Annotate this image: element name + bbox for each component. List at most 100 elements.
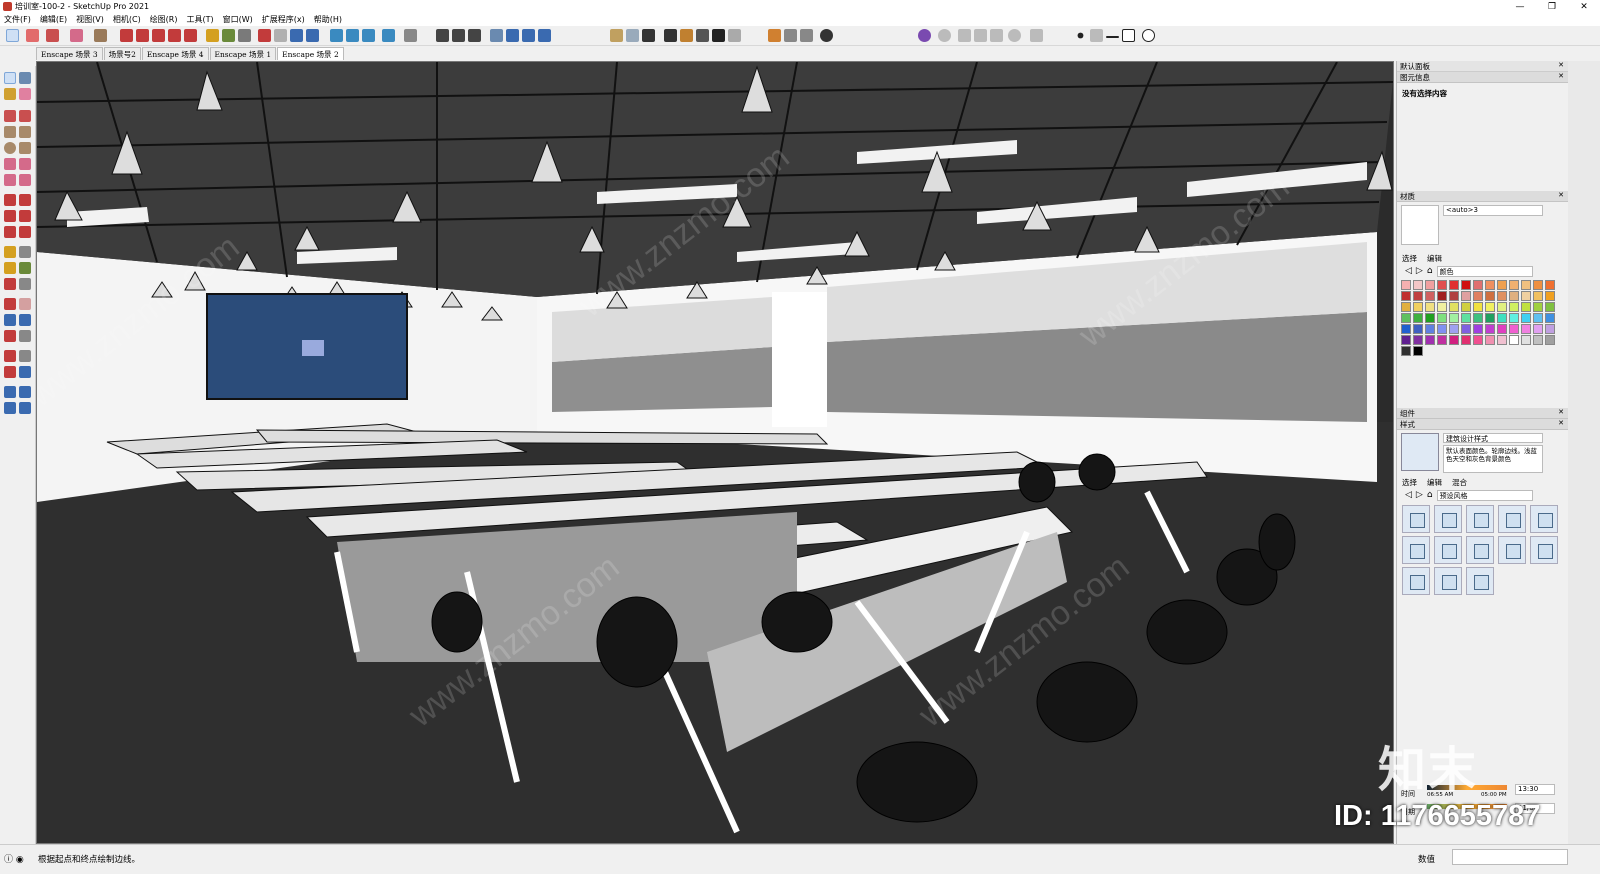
components-close-icon[interactable]: ✕ bbox=[1558, 408, 1564, 416]
color-swatch[interactable] bbox=[1401, 302, 1411, 312]
menu-edit[interactable]: 编辑(E) bbox=[40, 14, 67, 25]
sandbox-icon[interactable] bbox=[4, 386, 16, 398]
color-swatch[interactable] bbox=[1437, 280, 1447, 290]
color-swatch[interactable] bbox=[1425, 280, 1435, 290]
menu-view[interactable]: 视图(V) bbox=[76, 14, 104, 25]
color-swatch[interactable] bbox=[1461, 291, 1471, 301]
enscape-settings-icon[interactable] bbox=[696, 29, 709, 42]
color-swatch[interactable] bbox=[1413, 280, 1423, 290]
color-swatch[interactable] bbox=[1437, 302, 1447, 312]
color-swatch[interactable] bbox=[1485, 324, 1495, 334]
offset-icon[interactable] bbox=[19, 226, 31, 238]
color-swatch[interactable] bbox=[1545, 313, 1555, 323]
freehand-icon[interactable] bbox=[19, 110, 31, 122]
plugin-record-icon[interactable] bbox=[938, 29, 951, 42]
scene-tab-4[interactable]: Enscape 场景 1 bbox=[209, 47, 277, 60]
enscape-assets-icon[interactable] bbox=[680, 29, 693, 42]
arc-tool-icon[interactable] bbox=[70, 29, 83, 42]
wireframe-icon[interactable] bbox=[506, 29, 519, 42]
entity-info-header[interactable]: 图元信息 ✕ bbox=[1397, 72, 1568, 83]
color-swatch[interactable] bbox=[1497, 335, 1507, 345]
color-swatch[interactable] bbox=[1413, 324, 1423, 334]
color-swatch[interactable] bbox=[1425, 335, 1435, 345]
enscape-video-icon[interactable] bbox=[784, 29, 797, 42]
color-swatch[interactable] bbox=[1497, 291, 1507, 301]
color-swatch[interactable] bbox=[1485, 291, 1495, 301]
sandbox-drape-icon[interactable] bbox=[19, 402, 31, 414]
materials-tab-select[interactable]: 选择 bbox=[1402, 253, 1417, 264]
enscape-account-icon[interactable] bbox=[820, 29, 833, 42]
scene-tab-2[interactable]: 场景号2 bbox=[103, 47, 141, 60]
color-swatch[interactable] bbox=[1461, 335, 1471, 345]
minimize-button[interactable]: — bbox=[1504, 0, 1536, 13]
plugin-launch-icon[interactable] bbox=[918, 29, 931, 42]
color-swatch[interactable] bbox=[1545, 335, 1555, 345]
color-swatch[interactable] bbox=[1425, 324, 1435, 334]
styles-back-icon[interactable]: ◁ bbox=[1405, 490, 1412, 500]
enscape-render-icon[interactable] bbox=[642, 29, 655, 42]
extension-manager-icon[interactable] bbox=[382, 29, 395, 42]
style-library-select[interactable]: 预设风格 bbox=[1436, 489, 1533, 501]
color-swatch[interactable] bbox=[1449, 335, 1459, 345]
color-swatch[interactable] bbox=[1461, 302, 1471, 312]
color-swatch[interactable] bbox=[1509, 313, 1519, 323]
dimension-tool-icon[interactable] bbox=[238, 29, 251, 42]
cone-tool-icon[interactable] bbox=[1090, 29, 1103, 42]
color-swatch[interactable] bbox=[1461, 280, 1471, 290]
view-front-icon[interactable] bbox=[468, 29, 481, 42]
style-name-field[interactable]: 建筑设计样式 bbox=[1443, 433, 1543, 443]
color-swatch[interactable] bbox=[1533, 302, 1543, 312]
square-tool-icon[interactable] bbox=[1122, 29, 1135, 42]
rectangle-tool-icon[interactable] bbox=[94, 29, 107, 42]
tray-close-icon[interactable]: ✕ bbox=[1558, 61, 1564, 69]
forward-arrow-icon[interactable]: ▷ bbox=[1416, 266, 1423, 276]
color-swatch[interactable] bbox=[1425, 302, 1435, 312]
zoom-extents-icon[interactable] bbox=[306, 29, 319, 42]
zoom-tool-icon[interactable] bbox=[290, 29, 303, 42]
eraser-tool-icon[interactable] bbox=[26, 29, 39, 42]
layout-icon[interactable] bbox=[362, 29, 375, 42]
color-swatch[interactable] bbox=[1461, 313, 1471, 323]
style-thumb[interactable] bbox=[1434, 567, 1462, 595]
3d-text-icon[interactable] bbox=[19, 278, 31, 290]
textured-icon[interactable] bbox=[538, 29, 551, 42]
select-tool-icon[interactable] bbox=[6, 29, 19, 42]
section-plane-icon[interactable] bbox=[19, 366, 31, 378]
color-swatch[interactable] bbox=[1401, 324, 1411, 334]
rotate-icon[interactable] bbox=[4, 210, 16, 222]
styles-close-icon[interactable]: ✕ bbox=[1558, 419, 1564, 427]
style-thumb[interactable] bbox=[1402, 567, 1430, 595]
color-swatch[interactable] bbox=[1533, 313, 1543, 323]
color-swatch[interactable] bbox=[1497, 280, 1507, 290]
color-swatch[interactable] bbox=[1521, 324, 1531, 334]
material-name-field[interactable]: <auto>3 bbox=[1443, 205, 1543, 216]
color-swatch[interactable] bbox=[1497, 324, 1507, 334]
color-swatch[interactable] bbox=[1473, 280, 1483, 290]
color-swatch[interactable] bbox=[1473, 335, 1483, 345]
menu-help[interactable]: 帮助(H) bbox=[314, 14, 342, 25]
color-swatch[interactable] bbox=[1437, 335, 1447, 345]
color-swatch[interactable] bbox=[1497, 302, 1507, 312]
rotate-tool-icon[interactable] bbox=[152, 29, 165, 42]
color-swatch[interactable] bbox=[1401, 346, 1411, 356]
paint-bucket-icon[interactable] bbox=[4, 88, 16, 100]
enscape-sync-icon[interactable] bbox=[626, 29, 639, 42]
plugin-box-icon[interactable] bbox=[1030, 29, 1043, 42]
color-swatch[interactable] bbox=[1485, 280, 1495, 290]
color-swatch[interactable] bbox=[1533, 324, 1543, 334]
warehouse-icon[interactable] bbox=[330, 29, 343, 42]
tape-measure-icon[interactable] bbox=[4, 246, 16, 258]
color-swatch[interactable] bbox=[1461, 324, 1471, 334]
style-thumb[interactable] bbox=[1498, 536, 1526, 564]
position-camera-icon[interactable] bbox=[4, 350, 16, 362]
scene-tab-5[interactable]: Enscape 场景 2 bbox=[277, 47, 344, 60]
style-thumb[interactable] bbox=[1530, 536, 1558, 564]
restore-button[interactable]: ❐ bbox=[1536, 0, 1568, 13]
menu-file[interactable]: 文件(F) bbox=[4, 14, 31, 25]
text-tool-icon[interactable] bbox=[222, 29, 235, 42]
menu-extensions[interactable]: 扩展程序(x) bbox=[262, 14, 305, 25]
color-swatch[interactable] bbox=[1437, 324, 1447, 334]
pushpull-tool-icon[interactable] bbox=[120, 29, 133, 42]
shaded-icon[interactable] bbox=[522, 29, 535, 42]
color-swatch[interactable] bbox=[1413, 313, 1423, 323]
